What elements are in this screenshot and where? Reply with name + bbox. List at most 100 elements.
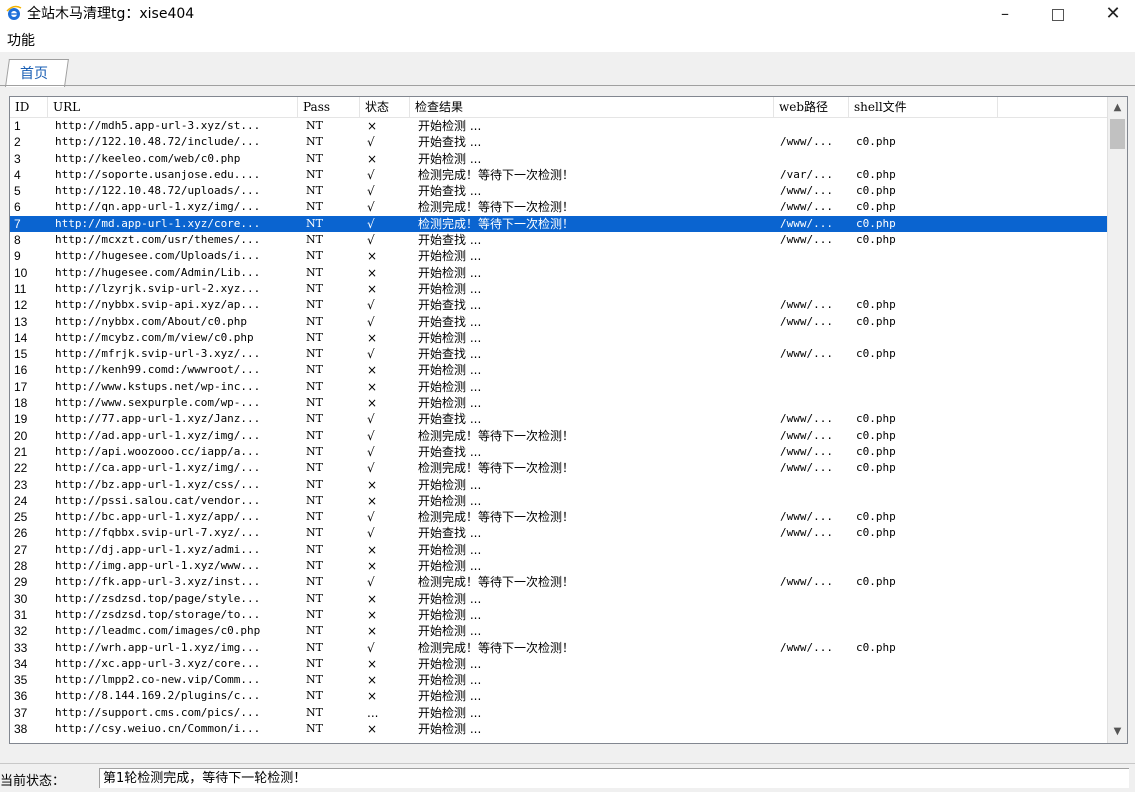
cell-status: √ — [367, 428, 375, 443]
table-row[interactable]: 5 http://122.10.48.72/uploads/... NT √ 开始查找 … — [10, 183, 1107, 199]
table-row[interactable]: 8 http://mcxzt.com/usr/themes/... NT √ 开始查找 … — [10, 232, 1107, 248]
cell-pass: NT — [306, 379, 323, 393]
cell-pass: NT — [306, 281, 323, 295]
cell-url: http://leadmc.com/images/c0.php — [55, 624, 261, 638]
scroll-down-icon[interactable]: ▼ — [1108, 723, 1127, 741]
cell-pass: NT — [306, 428, 323, 442]
cell-pass: NT — [306, 461, 323, 475]
table-row[interactable]: 7 http://md.app-url-1.xyz/core... NT √ 检测完成！… — [10, 215, 1107, 233]
table-row[interactable]: 22 http://ca.app-url-1.xyz/img/... NT √ 检测完成… — [10, 460, 1107, 476]
cell-url: http://fqbbx.svip-url-7.xyz/... — [55, 526, 261, 540]
tab-strip: 首页 — [0, 52, 1135, 87]
cell-id: 28 — [14, 559, 28, 574]
cell-status: × — [367, 721, 378, 736]
cell-status: × — [367, 396, 378, 411]
table-row[interactable]: 12 http://nybbx.svip-api.xyz/ap... NT √ 开始查找… — [10, 297, 1107, 313]
results-table[interactable]: ID URL Pass 状态 检查结果 web路径 shell文件 1 http:… — [9, 96, 1128, 744]
cell-pass: NT — [306, 542, 323, 556]
cell-result: 开始检测 ... — [418, 363, 482, 378]
table-row[interactable]: 27 http://dj.app-url-1.xyz/admi... NT × 开始检测… — [10, 542, 1107, 558]
column-header-pass[interactable]: Pass — [298, 97, 360, 117]
cell-url: http://img.app-url-1.xyz/www... — [55, 559, 261, 573]
column-header-shellfile[interactable]: shell文件 — [849, 97, 998, 117]
tab-divider — [0, 85, 1135, 86]
table-row[interactable]: 36 http://8.144.169.2/plugins/c... NT × 开始检测… — [10, 688, 1107, 704]
cell-pass: NT — [306, 493, 323, 507]
cell-shell: c0.php — [856, 167, 896, 181]
cell-status: √ — [367, 461, 375, 476]
maximize-icon — [1052, 8, 1064, 21]
cell-url: http://lmpp2.co-new.vip/Comm... — [55, 673, 261, 687]
table-row[interactable]: 32 http://leadmc.com/images/c0.php NT × 开始检测… — [10, 623, 1107, 639]
column-header-url[interactable]: URL — [48, 97, 298, 117]
cell-shell: c0.php — [856, 233, 896, 247]
table-row[interactable]: 33 http://wrh.app-url-1.xyz/img... NT √ 检测完成… — [10, 640, 1107, 656]
cell-url: http://122.10.48.72/include/... — [55, 135, 261, 149]
cell-status: × — [367, 151, 378, 166]
table-row[interactable]: 15 http://mfrjk.svip-url-3.xyz/... NT √ 开始查找… — [10, 346, 1107, 362]
table-row[interactable]: 14 http://mcybz.com/m/view/c0.php NT × 开始检测 … — [10, 330, 1107, 346]
table-row[interactable]: 28 http://img.app-url-1.xyz/www... NT × 开始检测… — [10, 558, 1107, 574]
cell-result: 检测完成！等待下一次检测！ — [418, 575, 575, 590]
table-row[interactable]: 19 http://77.app-url-1.xyz/Janz... NT √ 开始查找… — [10, 411, 1107, 427]
table-row[interactable]: 18 http://www.sexpurple.com/wp-... NT × 开始检测… — [10, 395, 1107, 411]
cell-url: http://bz.app-url-1.xyz/css/... — [55, 477, 261, 491]
scroll-up-icon[interactable]: ▲ — [1108, 99, 1127, 117]
table-row[interactable]: 25 http://bc.app-url-1.xyz/app/... NT √ 检测完成… — [10, 509, 1107, 525]
table-row[interactable]: 35 http://lmpp2.co-new.vip/Comm... NT × 开始检测… — [10, 672, 1107, 688]
cell-pass: NT — [306, 314, 323, 328]
tab-home-label[interactable]: 首页 — [20, 63, 48, 83]
table-row[interactable]: 13 http://nybbx.com/About/c0.php NT √ 开始查找 .… — [10, 314, 1107, 330]
cell-id: 34 — [14, 656, 28, 671]
table-row[interactable]: 31 http://zsdzsd.top/storage/to... NT × 开始检测… — [10, 607, 1107, 623]
cell-result: 检测完成！等待下一次检测！ — [418, 640, 575, 655]
status-label: 当前状态： — [0, 774, 66, 789]
column-header-webpath[interactable]: web路径 — [774, 97, 849, 117]
table-row[interactable]: 29 http://fk.app-url-3.xyz/inst... NT √ 检测完成… — [10, 574, 1107, 590]
table-row[interactable]: 26 http://fqbbx.svip-url-7.xyz/... NT √ 开始查找… — [10, 525, 1107, 541]
column-header-id[interactable]: ID — [10, 97, 48, 117]
table-row[interactable]: 34 http://xc.app-url-3.xyz/core... NT × 开始检测… — [10, 656, 1107, 672]
table-row[interactable]: 9 http://hugesee.com/Uploads/i... NT × 开始检测 … — [10, 248, 1107, 264]
table-row[interactable]: 38 http://csy.weiuo.cn/Common/i... NT × 开始检测… — [10, 721, 1107, 737]
cell-id: 10 — [14, 265, 28, 280]
cell-status: √ — [367, 233, 375, 248]
minimize-button[interactable]: – — [982, 0, 1028, 30]
cell-shell: c0.php — [856, 298, 896, 312]
column-header-result[interactable]: 检查结果 — [410, 97, 774, 117]
scroll-thumb[interactable] — [1110, 119, 1125, 149]
cell-pass: NT — [306, 640, 323, 654]
maximize-button[interactable] — [1035, 0, 1081, 30]
table-row[interactable]: 1 http://mdh5.app-url-3.xyz/st... NT × 开始检测 … — [10, 118, 1107, 134]
cell-pass: NT — [306, 167, 323, 181]
close-button[interactable]: ✕ — [1090, 0, 1135, 30]
table-row[interactable]: 20 http://ad.app-url-1.xyz/img/... NT √ 检测完成… — [10, 428, 1107, 444]
cell-result: 开始查找 ... — [418, 347, 482, 362]
table-row[interactable]: 17 http://www.kstups.net/wp-inc... NT × 开始检测… — [10, 379, 1107, 395]
table-row[interactable]: 10 http://hugesee.com/Admin/Lib... NT × 开始检测… — [10, 265, 1107, 281]
cell-id: 12 — [14, 298, 28, 313]
table-row[interactable]: 6 http://qn.app-url-1.xyz/img/... NT √ 检测完成！… — [10, 199, 1107, 215]
table-row[interactable]: 21 http://api.woozooo.cc/iapp/a... NT √ 开始查找… — [10, 444, 1107, 460]
cell-id: 1 — [14, 119, 21, 133]
menu-function[interactable]: 功能 — [7, 32, 35, 50]
cell-result: 检测完成！等待下一次检测！ — [418, 216, 575, 231]
cell-url: http://77.app-url-1.xyz/Janz... — [55, 412, 261, 426]
column-header-status[interactable]: 状态 — [360, 97, 410, 117]
table-row[interactable]: 16 http://kenh99.comd:/wwwroot/... NT × 开始检测… — [10, 362, 1107, 378]
table-row[interactable]: 30 http://zsdzsd.top/page/style... NT × 开始检测… — [10, 591, 1107, 607]
table-row[interactable]: 4 http://soporte.usanjose.edu.... NT √ 检测完成！… — [10, 167, 1107, 183]
cell-shell: c0.php — [856, 444, 896, 458]
table-row[interactable]: 11 http://lzyrjk.svip-url-2.xyz... NT × 开始检测… — [10, 281, 1107, 297]
cell-web: /www/... — [780, 640, 833, 654]
table-row[interactable]: 37 http://support.cms.com/pics/... NT... 开始… — [10, 705, 1107, 721]
cell-url: http://mcybz.com/m/view/c0.php — [55, 330, 254, 344]
cell-id: 30 — [14, 591, 28, 606]
table-row[interactable]: 24 http://pssi.salou.cat/vendor... NT × 开始检测… — [10, 493, 1107, 509]
table-row[interactable]: 3 http://keeleo.com/web/c0.php NT × 开始检测 ... — [10, 151, 1107, 167]
table-row[interactable]: 23 http://bz.app-url-1.xyz/css/... NT × 开始检测… — [10, 477, 1107, 493]
cell-status: √ — [367, 510, 375, 525]
table-row[interactable]: 2 http://122.10.48.72/include/... NT √ 开始查找 … — [10, 134, 1107, 150]
cell-pass: NT — [306, 705, 323, 719]
vertical-scrollbar[interactable]: ▲ ▼ — [1107, 97, 1127, 743]
